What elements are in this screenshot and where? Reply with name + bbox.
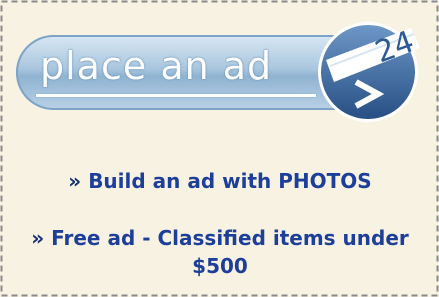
link-label: Build an ad with PHOTOS bbox=[88, 169, 372, 193]
place-ad-panel: place an ad 24 » Build an ad with PHOTOS… bbox=[0, 0, 439, 297]
banner-label: place an ad bbox=[40, 44, 273, 88]
build-ad-with-photos-link[interactable]: » Build an ad with PHOTOS bbox=[20, 167, 420, 195]
free-ad-classified-link[interactable]: » Free ad - Classified items under $500 bbox=[20, 224, 420, 280]
link-label: Free ad - Classified items under $500 bbox=[51, 226, 409, 278]
banner-underline bbox=[36, 94, 316, 97]
link-bullet: » bbox=[31, 226, 52, 250]
place-an-ad-button[interactable]: place an ad 24 bbox=[16, 14, 422, 128]
badge-24-icon: 24 bbox=[318, 22, 420, 122]
link-bullet: » bbox=[68, 169, 89, 193]
